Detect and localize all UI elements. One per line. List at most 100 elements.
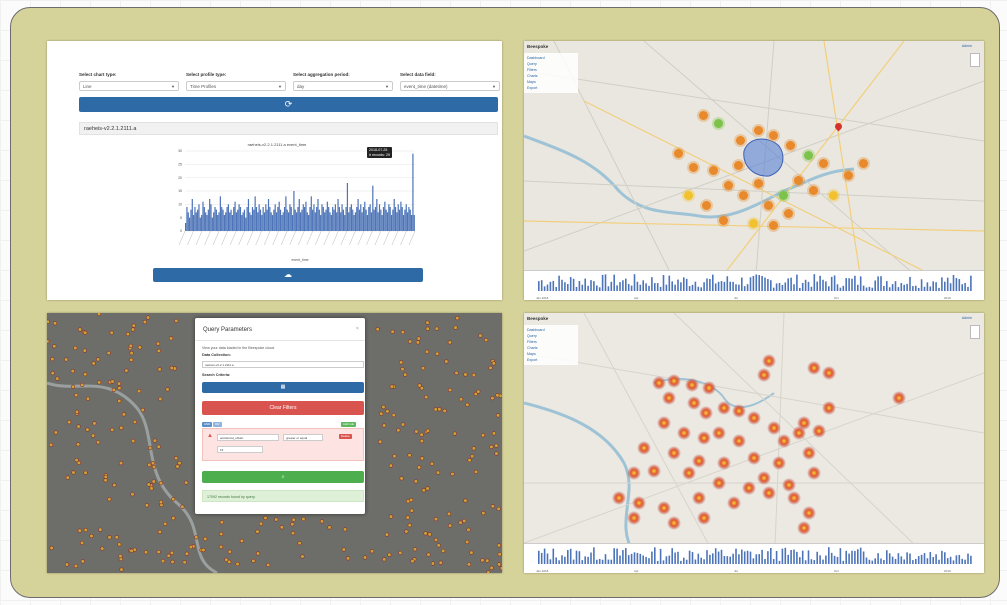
bar[interactable]	[382, 207, 385, 231]
bar[interactable]	[207, 209, 209, 231]
bar[interactable]	[364, 201, 366, 231]
cluster-marker[interactable]	[784, 209, 793, 218]
cluster-marker[interactable]	[734, 161, 743, 170]
cluster-marker[interactable]	[786, 141, 795, 150]
bar[interactable]	[209, 199, 211, 231]
bar[interactable]	[234, 201, 236, 231]
timeline[interactable]: Jan 2018 Apr Jul Oct 2019	[524, 270, 984, 300]
delete-rule-button[interactable]: Delete	[339, 434, 352, 439]
cluster-marker[interactable]	[764, 201, 773, 210]
bar[interactable]	[291, 215, 294, 231]
cluster-marker[interactable]	[689, 163, 698, 172]
cluster-marker[interactable]	[736, 136, 745, 145]
bar[interactable]	[321, 204, 323, 231]
nav-item[interactable]: Export	[527, 85, 575, 91]
bar[interactable]	[245, 217, 247, 231]
bar[interactable]	[325, 209, 327, 231]
bar[interactable]	[412, 153, 414, 231]
bar[interactable]	[340, 212, 342, 231]
bar[interactable]	[320, 215, 322, 231]
bar[interactable]	[386, 212, 389, 231]
cluster-marker[interactable]	[702, 201, 711, 210]
cluster-marker[interactable]	[709, 166, 718, 175]
bar[interactable]	[293, 191, 295, 231]
refresh-button[interactable]: ⟳	[79, 97, 498, 112]
bar[interactable]	[338, 207, 340, 231]
bar[interactable]	[229, 212, 231, 231]
bar[interactable]	[304, 207, 306, 231]
bar[interactable]	[408, 207, 410, 231]
bar[interactable]	[257, 212, 259, 231]
bar[interactable]	[274, 204, 276, 231]
bar[interactable]	[203, 207, 205, 231]
bar[interactable]	[377, 212, 379, 231]
bar[interactable]	[210, 204, 212, 231]
bar[interactable]	[302, 204, 304, 231]
bar[interactable]	[297, 207, 299, 231]
timeline[interactable]: Jan 2018 Apr Jul Oct 2019	[524, 543, 984, 573]
bar[interactable]	[406, 212, 409, 231]
bar[interactable]	[226, 207, 228, 231]
bar[interactable]	[222, 209, 224, 231]
cluster-marker[interactable]	[794, 176, 803, 185]
close-icon[interactable]: ×	[356, 326, 359, 332]
bar[interactable]	[219, 196, 221, 231]
bar[interactable]	[365, 209, 367, 231]
bar[interactable]	[273, 209, 275, 231]
bar[interactable]	[191, 199, 193, 231]
bar[interactable]	[361, 212, 363, 231]
bar[interactable]	[317, 199, 319, 231]
bar[interactable]	[193, 215, 195, 231]
bar[interactable]	[243, 209, 246, 231]
bar[interactable]	[372, 185, 374, 231]
filter-value-input[interactable]: 15	[217, 446, 263, 453]
bar[interactable]	[279, 209, 282, 231]
bar[interactable]	[205, 212, 207, 231]
bar[interactable]	[301, 209, 303, 231]
bar[interactable]	[190, 209, 192, 231]
cluster-marker[interactable]	[684, 191, 693, 200]
bar[interactable]	[249, 212, 251, 231]
bar[interactable]	[318, 209, 320, 231]
bar[interactable]	[235, 212, 238, 231]
bar[interactable]	[396, 212, 398, 231]
bar[interactable]	[295, 212, 298, 231]
bar[interactable]	[352, 209, 354, 231]
bar[interactable]	[265, 204, 267, 231]
bar[interactable]	[227, 204, 229, 231]
bar[interactable]	[290, 207, 292, 231]
layers-control[interactable]	[970, 325, 980, 339]
bar[interactable]	[194, 207, 196, 231]
bar[interactable]	[362, 207, 365, 231]
bar[interactable]	[413, 215, 415, 231]
chart-type-select[interactable]: Line ▼	[79, 81, 179, 91]
bar[interactable]	[356, 207, 358, 231]
bar[interactable]	[187, 212, 189, 231]
operator-select[interactable]: greater or equal	[283, 434, 323, 441]
bar[interactable]	[246, 207, 248, 231]
bar[interactable]	[206, 215, 208, 231]
bar[interactable]	[213, 212, 215, 231]
bar[interactable]	[199, 217, 201, 231]
bar[interactable]	[346, 183, 349, 231]
bar[interactable]	[337, 199, 339, 231]
bar[interactable]	[247, 199, 250, 231]
bar[interactable]	[271, 215, 274, 231]
bar[interactable]	[270, 212, 272, 231]
bar[interactable]	[218, 212, 220, 231]
bar[interactable]	[390, 215, 393, 231]
profile-type-select[interactable]: Time Profiles ▼	[186, 81, 286, 91]
bar[interactable]	[251, 207, 254, 231]
bar[interactable]	[241, 215, 243, 231]
cluster-marker[interactable]	[819, 159, 828, 168]
bar[interactable]	[368, 207, 370, 231]
bar[interactable]	[259, 209, 262, 231]
bar[interactable]	[388, 204, 390, 231]
bar[interactable]	[380, 209, 382, 231]
bar[interactable]	[342, 209, 344, 231]
bar[interactable]	[376, 199, 378, 231]
bar[interactable]	[298, 199, 300, 231]
bar[interactable]	[221, 207, 223, 231]
bar[interactable]	[285, 196, 287, 231]
bar[interactable]	[341, 204, 343, 231]
